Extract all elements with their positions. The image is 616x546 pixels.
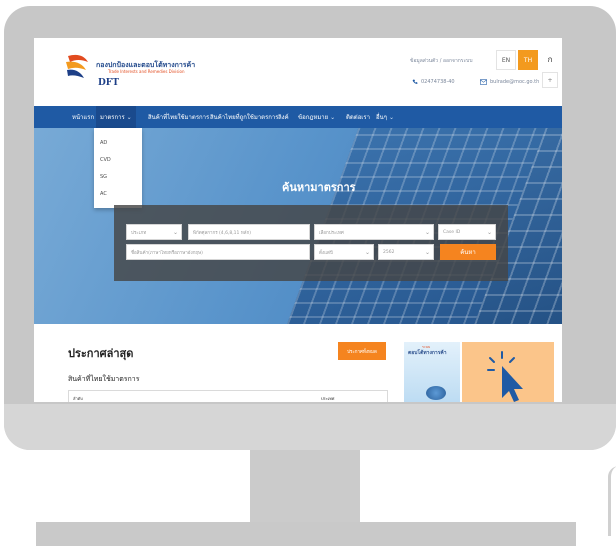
hero-title: ค้นหามาตรการ xyxy=(282,181,356,194)
table-header-order: ลำดับ xyxy=(73,396,83,401)
section-title: สินค้าที่ไทยใช้มาตรการ xyxy=(68,375,140,383)
all-announcements-button[interactable]: ประกาศทั้งหมด xyxy=(338,342,386,360)
mail-icon xyxy=(480,79,487,85)
table-header-country: ประเทศ xyxy=(321,396,335,401)
nav-laws-label: ข้อกฎหมาย xyxy=(298,114,329,121)
nav-home[interactable]: หน้าแรก xyxy=(72,106,94,128)
phone-text: 02474738-40 xyxy=(421,79,455,85)
monitor-stand-base xyxy=(36,522,576,546)
chevron-down-icon: ⌄ xyxy=(364,248,370,256)
account-links[interactable]: ข้อมูลส่วนตัว / ออกจากระบบ xyxy=(410,57,473,65)
phone-icon xyxy=(412,79,418,84)
monitor-stand-neck xyxy=(250,450,360,522)
year-value: 2562 xyxy=(383,249,395,255)
browser-screen: กองปกป้องและตอบโต้ทางการค้า Trade Intere… xyxy=(34,38,562,402)
nav-others[interactable]: อื่นๆ ⌄ xyxy=(376,106,394,128)
phone-contact[interactable]: 02474738-40 xyxy=(412,79,455,85)
dropdown-item-cvd[interactable]: CVD xyxy=(100,157,111,163)
nav-links[interactable]: ลิงค์ xyxy=(278,106,289,128)
email-contact[interactable]: bulrade@moc.go.th xyxy=(480,79,539,85)
expand-button[interactable]: + xyxy=(542,72,558,88)
chevron-down-icon: ⌄ xyxy=(126,113,132,121)
dropdown-item-ac[interactable]: AC xyxy=(100,191,107,197)
search-button[interactable]: ค้นหา xyxy=(440,244,496,260)
banner-text: ตอบโต้ทางการค้า xyxy=(408,350,447,356)
tariff-code-input[interactable]: พิกัดศุลกากร (4,6,8,11 หลัก) xyxy=(188,224,310,240)
chevron-down-icon: ⌄ xyxy=(424,228,430,236)
case-id-select[interactable]: Case ID ⌄ xyxy=(438,224,496,240)
lang-en-button[interactable]: EN xyxy=(496,50,516,70)
click-banner[interactable] xyxy=(462,342,554,402)
measures-dropdown-menu: AD CVD SG AC xyxy=(94,128,142,208)
cursor-click-icon xyxy=(487,351,523,402)
year-type-value: ตั้งแต่ปี xyxy=(319,250,333,256)
nav-others-label: อื่นๆ xyxy=(376,114,387,121)
lang-th-button[interactable]: TH xyxy=(518,50,538,70)
background-shape xyxy=(608,466,616,536)
year-select[interactable]: 2562 ⌄ xyxy=(378,244,434,260)
dropdown-item-sg[interactable]: SG xyxy=(100,174,107,180)
type-select[interactable]: ประเภท ⌄ xyxy=(126,224,182,240)
chevron-down-icon: ⌄ xyxy=(172,228,178,236)
trade-remedy-banner[interactable]: ระบบ ตอบโต้ทางการค้า xyxy=(404,342,460,402)
chevron-down-icon: ⌄ xyxy=(330,113,336,121)
case-id-value: Case ID xyxy=(443,229,461,235)
chevron-down-icon: ⌄ xyxy=(424,248,430,256)
dft-logo-icon[interactable] xyxy=(64,52,98,82)
email-text: bulrade@moc.go.th xyxy=(490,79,540,85)
font-size-button[interactable]: ก xyxy=(544,50,556,68)
announcements-title: ประกาศล่าสุด xyxy=(68,347,134,360)
year-type-select[interactable]: ตั้งแต่ปี ⌄ xyxy=(314,244,374,260)
nav-measures[interactable]: มาตรการ ⌄ xyxy=(96,106,136,128)
logo-acronym: DFT xyxy=(98,78,119,88)
chevron-down-icon: ⌄ xyxy=(486,228,492,236)
monitor-bezel-bottom xyxy=(4,404,616,450)
nav-laws[interactable]: ข้อกฎหมาย ⌄ xyxy=(298,106,335,128)
globe-icon xyxy=(426,386,446,400)
product-name-input[interactable]: ชื่อสินค้า(ภาษาไทยหรือภาษาอังกฤษ) xyxy=(126,244,310,260)
country-select-value: เลือกประเทศ xyxy=(319,230,344,236)
chevron-down-icon: ⌄ xyxy=(388,113,394,121)
announcements-table: ลำดับ ประเทศ xyxy=(68,390,388,402)
nav-contact[interactable]: ติดต่อเรา xyxy=(346,106,370,128)
country-select[interactable]: เลือกประเทศ ⌄ xyxy=(314,224,434,240)
logo-subtitle: Trade Interests and Remedies Division xyxy=(108,69,185,74)
nav-measures-against-thai[interactable]: สินค้าไทยที่ถูกใช้มาตรการ xyxy=(210,106,279,128)
nav-thai-measures[interactable]: สินค้าที่ไทยใช้มาตรการ xyxy=(148,106,209,128)
dropdown-item-ad[interactable]: AD xyxy=(100,140,107,146)
search-panel xyxy=(114,205,508,281)
type-select-value: ประเภท xyxy=(131,230,147,236)
nav-measures-label: มาตรการ xyxy=(100,114,125,121)
